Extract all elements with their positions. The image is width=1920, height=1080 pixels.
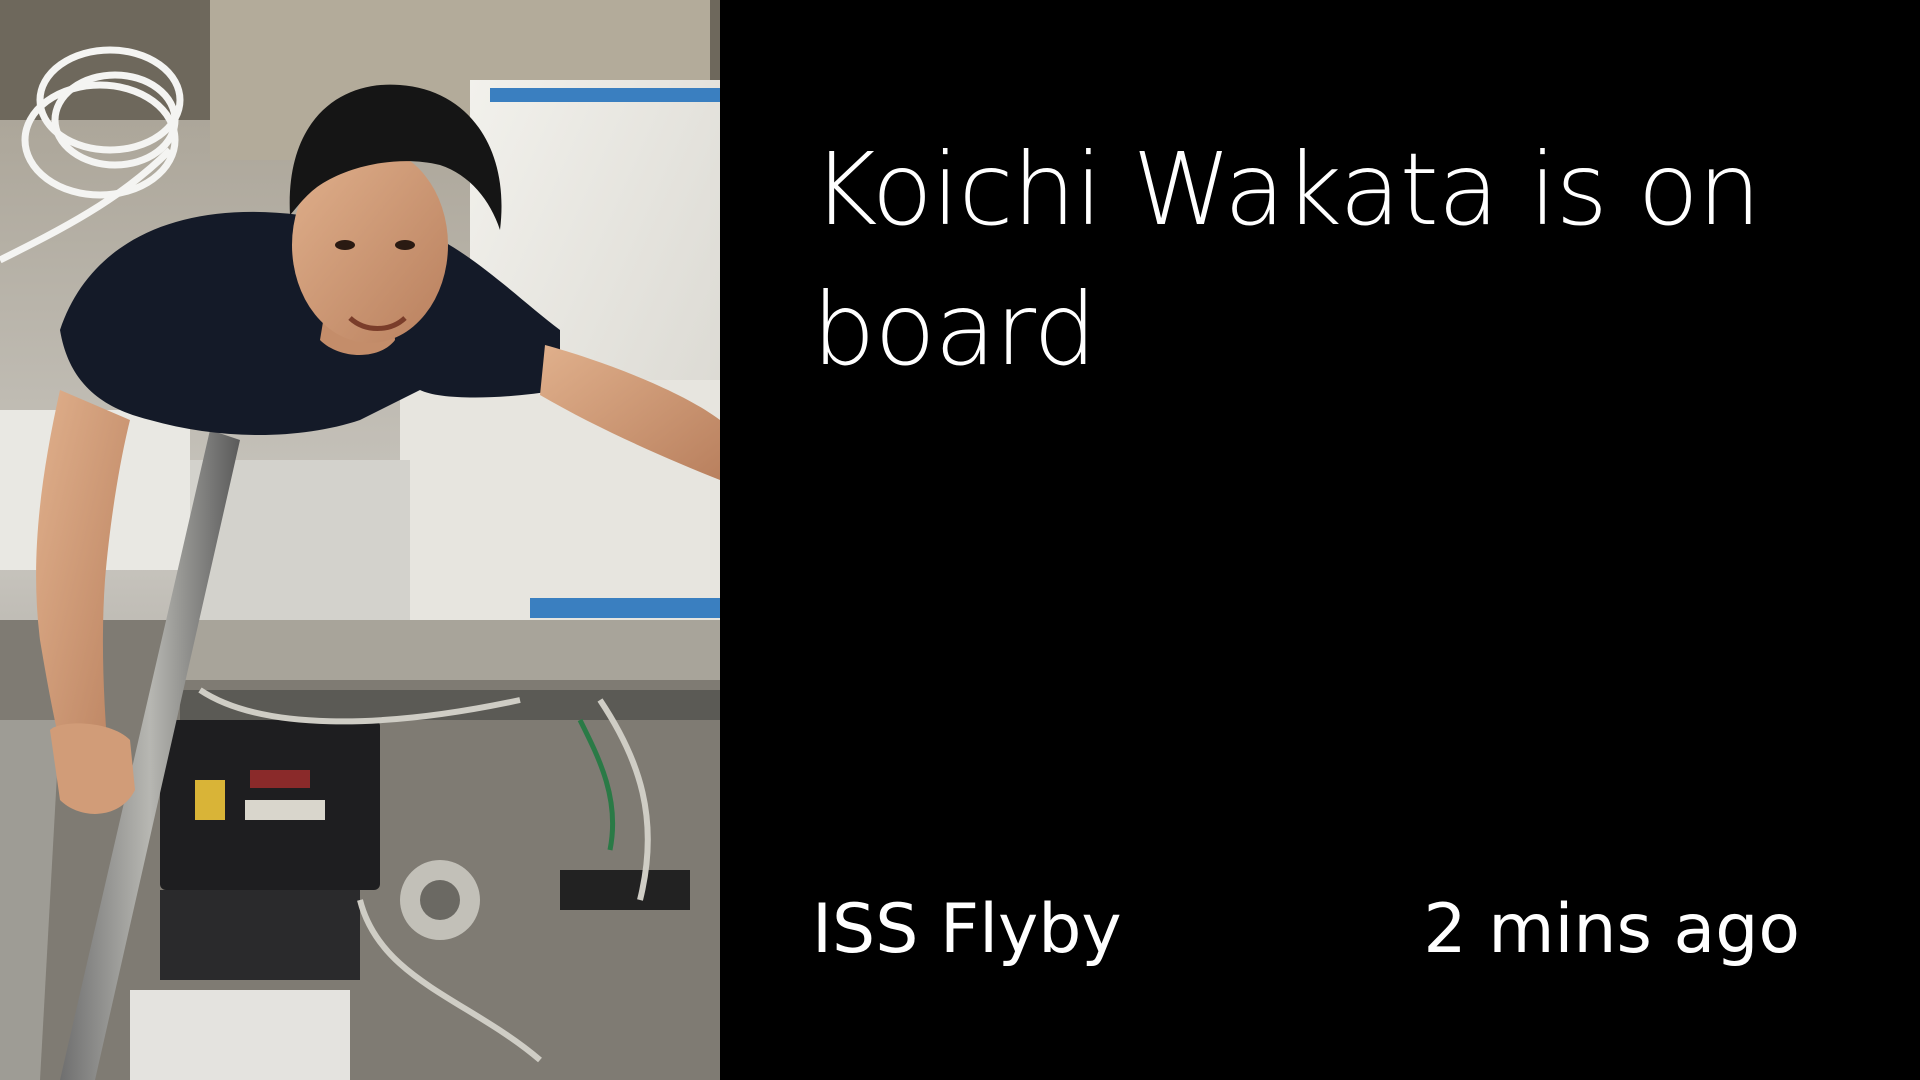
astronaut-photo xyxy=(0,0,720,1080)
timeline-card[interactable]: Koichi Wakata is on board ISS Flyby 2 mi… xyxy=(0,0,1920,1080)
card-source-label: ISS Flyby xyxy=(812,890,1122,969)
card-content: Koichi Wakata is on board ISS Flyby 2 mi… xyxy=(720,0,1920,1080)
card-timestamp: 2 mins ago xyxy=(1423,890,1800,969)
card-headline: Koichi Wakata is on board xyxy=(812,131,1761,388)
